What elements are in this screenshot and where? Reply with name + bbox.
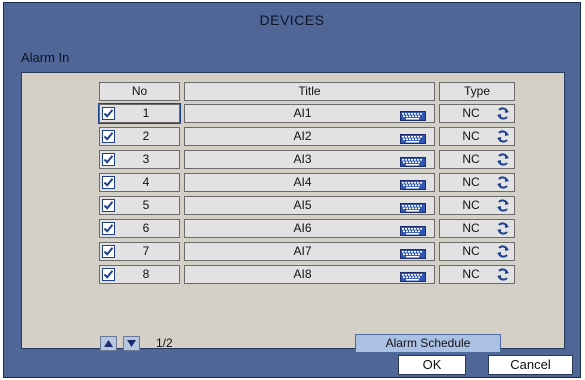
row-title: AI6 (293, 221, 312, 235)
page-indicator: 1/2 (156, 336, 173, 350)
row-number: 4 (142, 175, 150, 189)
row-number: 5 (142, 198, 150, 212)
row-number: 3 (142, 152, 150, 166)
row-type: NC (462, 152, 480, 166)
keyboard-icon[interactable] (400, 155, 426, 167)
keyboard-icon[interactable] (400, 109, 426, 121)
row-type-cell[interactable]: NC (439, 219, 515, 238)
enable-checkbox[interactable] (102, 107, 115, 120)
row-number: 2 (142, 129, 150, 143)
window-title: DEVICES (259, 12, 325, 28)
enable-checkbox[interactable] (102, 130, 115, 143)
keyboard-icon[interactable] (400, 132, 426, 144)
cycle-icon[interactable] (496, 106, 510, 121)
row-type-cell[interactable]: NC (439, 127, 515, 146)
cycle-icon[interactable] (496, 129, 510, 144)
row-type: NC (462, 106, 480, 120)
row-title: AI8 (293, 267, 312, 281)
cycle-icon[interactable] (496, 244, 510, 259)
row-type-cell[interactable]: NC (439, 104, 515, 123)
enable-checkbox[interactable] (102, 153, 115, 166)
header-no: No (99, 82, 180, 101)
keyboard-icon[interactable] (400, 270, 426, 282)
row-no-cell[interactable]: 7 (99, 242, 180, 261)
row-no-cell[interactable]: 2 (99, 127, 180, 146)
header-title: Title (184, 82, 435, 101)
alarm-schedule-button[interactable]: Alarm Schedule (355, 334, 501, 353)
keyboard-icon[interactable] (400, 224, 426, 236)
row-title-cell[interactable]: AI3 (184, 150, 435, 169)
ok-button[interactable]: OK (398, 355, 466, 375)
row-title-cell[interactable]: AI6 (184, 219, 435, 238)
row-number: 8 (142, 267, 150, 281)
row-number: 7 (142, 244, 150, 258)
row-title: AI5 (293, 198, 312, 212)
row-no-cell[interactable]: 6 (99, 219, 180, 238)
cycle-icon[interactable] (496, 267, 510, 282)
row-type: NC (462, 198, 480, 212)
enable-checkbox[interactable] (102, 176, 115, 189)
row-type: NC (462, 244, 480, 258)
devices-window: DEVICES Alarm In No Title Type 1 AI1 NC 2 AI… (3, 2, 581, 378)
keyboard-icon[interactable] (400, 178, 426, 190)
row-type-cell[interactable]: NC (439, 150, 515, 169)
row-no-cell[interactable]: 1 (98, 103, 181, 124)
row-type-cell[interactable]: NC (439, 265, 515, 284)
row-title-cell[interactable]: AI4 (184, 173, 435, 192)
row-type-cell[interactable]: NC (439, 196, 515, 215)
row-type: NC (462, 221, 480, 235)
cycle-icon[interactable] (496, 198, 510, 213)
row-title: AI7 (293, 244, 312, 258)
row-title-cell[interactable]: AI5 (184, 196, 435, 215)
row-title-cell[interactable]: AI8 (184, 265, 435, 284)
row-no-cell[interactable]: 4 (99, 173, 180, 192)
row-number: 1 (142, 106, 150, 120)
keyboard-icon[interactable] (400, 201, 426, 213)
row-title: AI1 (293, 106, 312, 120)
enable-checkbox[interactable] (102, 268, 115, 281)
row-title-cell[interactable]: AI1 (184, 104, 435, 123)
cycle-icon[interactable] (496, 152, 510, 167)
row-type: NC (462, 267, 480, 281)
enable-checkbox[interactable] (102, 222, 115, 235)
header-type: Type (439, 82, 515, 101)
row-type: NC (462, 175, 480, 189)
alarm-in-panel: No Title Type 1 AI1 NC 2 AI2 NC 3 AI3 NC 4 AI4 NC 5 A… (21, 72, 565, 353)
enable-checkbox[interactable] (102, 199, 115, 212)
row-type-cell[interactable]: NC (439, 242, 515, 261)
section-label: Alarm In (21, 50, 70, 65)
row-no-cell[interactable]: 5 (99, 196, 180, 215)
cancel-button[interactable]: Cancel (488, 355, 573, 375)
row-no-cell[interactable]: 8 (99, 265, 180, 284)
row-title: AI4 (293, 175, 312, 189)
row-number: 6 (142, 221, 150, 235)
row-title-cell[interactable]: AI7 (184, 242, 435, 261)
enable-checkbox[interactable] (102, 245, 115, 258)
cycle-icon[interactable] (496, 175, 510, 190)
row-title: AI2 (293, 129, 312, 143)
cycle-icon[interactable] (496, 221, 510, 236)
row-type-cell[interactable]: NC (439, 173, 515, 192)
row-title: AI3 (293, 152, 312, 166)
arrow-down-icon[interactable] (123, 336, 140, 351)
arrow-up-icon[interactable] (100, 336, 117, 351)
row-no-cell[interactable]: 3 (99, 150, 180, 169)
row-type: NC (462, 129, 480, 143)
keyboard-icon[interactable] (400, 247, 426, 259)
row-title-cell[interactable]: AI2 (184, 127, 435, 146)
